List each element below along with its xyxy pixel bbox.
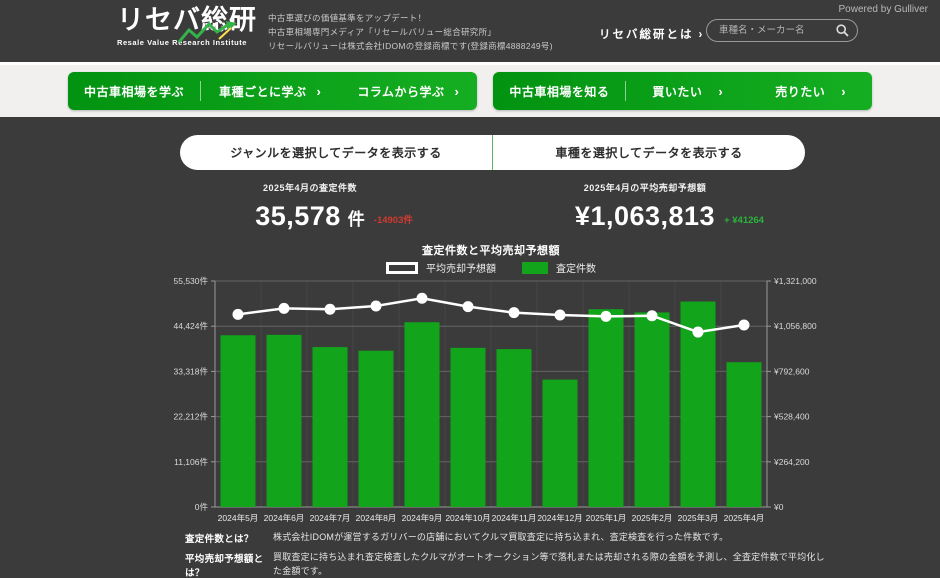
site-logo[interactable]: リセバ総研 Resale Value Research Institute bbox=[117, 6, 277, 47]
footnote-avg-sale-price: 平均売却予想額とは？ 買取査定に持ち込まれ査定検査したクルマがオートオークション… bbox=[185, 551, 833, 578]
svg-text:2024年8月: 2024年8月 bbox=[356, 513, 397, 523]
svg-text:¥1,321,000: ¥1,321,000 bbox=[773, 276, 817, 286]
svg-text:¥528,400: ¥528,400 bbox=[773, 412, 810, 422]
resale-value-research-page: リセバ総研 Resale Value Research Institute 中古… bbox=[0, 0, 940, 578]
assessment-count-label: 2025年4月の査定件数 bbox=[160, 181, 460, 194]
avg-sale-price-label: 2025年4月の平均売却予想額 bbox=[495, 181, 795, 194]
about-link-label: リセバ総研とは bbox=[599, 29, 694, 41]
chevron-right-icon: › bbox=[454, 84, 459, 99]
avg-sale-price-stat: 2025年4月の平均売却予想額 ¥1,063,813 + ¥41264 bbox=[495, 181, 795, 232]
chevron-right-icon: › bbox=[316, 84, 321, 99]
footnote-definition: 株式会社IDOMが運営するガリバーの店舗においてクルマ買取査定に持ち込まれ、査定… bbox=[273, 531, 728, 545]
assessment-count-delta: -14903件 bbox=[374, 212, 413, 226]
powered-by-label: Powered by Gulliver bbox=[839, 4, 928, 15]
svg-text:2024年5月: 2024年5月 bbox=[218, 513, 259, 523]
nav-group-know: 中古車相場を知る 買いたい› 売りたい› bbox=[493, 72, 872, 110]
svg-text:2025年1月: 2025年1月 bbox=[586, 513, 627, 523]
nav-want-to-buy-button[interactable]: 買いたい› bbox=[626, 72, 749, 110]
svg-text:¥1,056,800: ¥1,056,800 bbox=[773, 321, 817, 331]
svg-text:2024年6月: 2024年6月 bbox=[264, 513, 305, 523]
chart-title: 査定件数と平均売却予想額 bbox=[160, 242, 822, 258]
svg-text:2025年2月: 2025年2月 bbox=[632, 513, 673, 523]
tab-select-by-genre[interactable]: ジャンルを選択してデータを表示する bbox=[180, 135, 492, 170]
assessment-count-price-chart: 55,530件 ¥1,321,000 44,424件 ¥1,056,800 33,318… bbox=[160, 268, 850, 526]
tagline-line-2: 中古車相場専門メディア「リセールバリュー総合研究所」 bbox=[268, 25, 553, 39]
svg-text:2025年3月: 2025年3月 bbox=[678, 513, 719, 523]
svg-text:55,530件: 55,530件 bbox=[174, 276, 209, 286]
svg-text:2025年4月: 2025年4月 bbox=[724, 513, 765, 523]
footnote-term: 査定件数とは？ bbox=[185, 531, 273, 545]
nav-group-learn: 中古車相場を学ぶ 車種ごとに学ぶ› コラムから学ぶ› bbox=[68, 72, 477, 110]
nav-learn-market-button[interactable]: 中古車相場を学ぶ bbox=[68, 72, 200, 110]
nav-know-market-button[interactable]: 中古車相場を知る bbox=[493, 72, 625, 110]
footnotes: 査定件数とは？ 株式会社IDOMが運営するガリバーの店舗においてクルマ買取査定に… bbox=[185, 531, 833, 578]
svg-text:2024年7月: 2024年7月 bbox=[310, 513, 351, 523]
svg-text:33,318件: 33,318件 bbox=[174, 366, 209, 376]
svg-text:¥0: ¥0 bbox=[773, 502, 784, 512]
logo-subtitle: Resale Value Research Institute bbox=[117, 38, 277, 47]
svg-text:11,106件: 11,106件 bbox=[174, 457, 208, 467]
svg-text:44,424件: 44,424件 bbox=[174, 321, 209, 331]
chevron-right-icon: › bbox=[718, 84, 723, 99]
data-display-tabs: ジャンルを選択してデータを表示する 車種を選択してデータを表示する bbox=[180, 135, 805, 170]
tagline-line-3: リセールバリューは株式会社IDOMの登録商標です(登録商標4888249号) bbox=[268, 39, 553, 53]
svg-text:¥264,200: ¥264,200 bbox=[773, 457, 810, 467]
assessment-count-stat: 2025年4月の査定件数 35,578 件 -14903件 bbox=[160, 181, 460, 232]
svg-text:¥792,600: ¥792,600 bbox=[773, 366, 810, 376]
svg-text:2024年11月: 2024年11月 bbox=[492, 513, 537, 523]
logo-wordmark: リセバ総研 bbox=[117, 6, 277, 36]
nav-learn-from-column-button[interactable]: コラムから学ぶ› bbox=[339, 72, 477, 110]
svg-text:0件: 0件 bbox=[195, 502, 209, 512]
header-tagline: 中古車選びの価値基準をアップデート！ 中古車相場専門メディア「リセールバリュー総… bbox=[268, 11, 553, 53]
svg-text:22,212件: 22,212件 bbox=[174, 412, 209, 422]
footnote-definition: 買取査定に持ち込まれ査定検査したクルマがオートオークション等で落札または売却され… bbox=[273, 551, 833, 578]
svg-text:2024年12月: 2024年12月 bbox=[537, 513, 582, 523]
tab-select-by-model[interactable]: 車種を選択してデータを表示する bbox=[493, 135, 805, 170]
search-icon[interactable] bbox=[836, 24, 849, 37]
nav-learn-by-model-button[interactable]: 車種ごとに学ぶ› bbox=[201, 72, 339, 110]
footnote-term: 平均売却予想額とは？ bbox=[185, 551, 273, 578]
chevron-right-icon: › bbox=[841, 84, 846, 99]
footnote-assessment-count: 査定件数とは？ 株式会社IDOMが運営するガリバーの店舗においてクルマ買取査定に… bbox=[185, 531, 833, 545]
assessment-count-value: 35,578 bbox=[255, 201, 341, 231]
main-nav: 中古車相場を学ぶ 車種ごとに学ぶ› コラムから学ぶ› 中古車相場を知る 買いたい… bbox=[0, 62, 940, 117]
nav-want-to-sell-button[interactable]: 売りたい› bbox=[749, 72, 872, 110]
assessment-count-unit: 件 bbox=[348, 210, 365, 229]
svg-text:2024年9月: 2024年9月 bbox=[402, 513, 443, 523]
avg-sale-price-delta: + ¥41264 bbox=[724, 215, 764, 226]
about-link[interactable]: リセバ総研とは › bbox=[599, 26, 704, 42]
chevron-right-icon: › bbox=[699, 29, 705, 41]
tagline-line-1: 中古車選びの価値基準をアップデート！ bbox=[268, 11, 553, 25]
avg-sale-price-value: ¥1,063,813 bbox=[575, 201, 715, 231]
search-box bbox=[706, 19, 858, 42]
svg-text:2024年10月: 2024年10月 bbox=[445, 513, 490, 523]
